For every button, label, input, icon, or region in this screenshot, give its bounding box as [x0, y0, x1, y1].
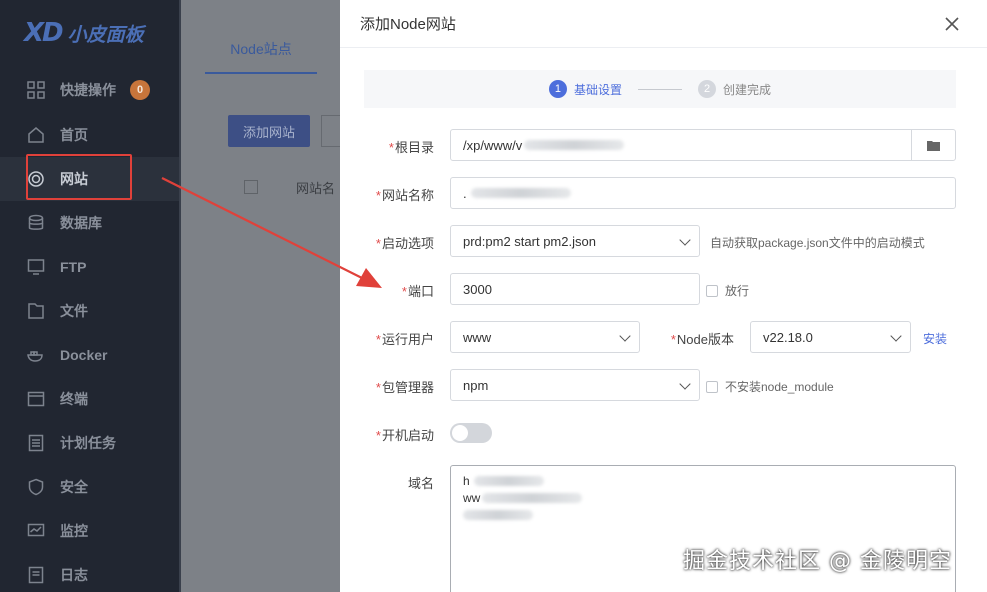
calendar-icon — [26, 433, 46, 453]
add-site-button[interactable]: 添加网站 — [228, 115, 310, 147]
grid-icon — [26, 80, 46, 100]
sidebar-item-ftp[interactable]: FTP — [0, 245, 179, 289]
domain-line — [463, 506, 943, 523]
tab-node-sites[interactable]: Node站点 — [205, 26, 317, 74]
checkbox-box[interactable] — [706, 380, 718, 393]
close-icon — [945, 17, 959, 31]
watermark-text: 掘金技术社区 @ 金陵明空 — [683, 549, 952, 574]
sidebar-item-home[interactable]: 首页 — [0, 113, 179, 157]
skip-node-modules-checkbox[interactable]: 不安装node_module — [706, 378, 834, 395]
sidebar-item-quick-actions[interactable]: 快捷操作 0 — [0, 68, 179, 112]
table-header: 网站名 — [228, 172, 340, 202]
node-version-label: *Node版本 — [670, 332, 734, 347]
chevron-down-icon — [890, 330, 902, 342]
step-indicator: 1 基础设置 2 创建完成 — [364, 70, 956, 108]
add-node-site-dialog: 添加Node网站 1 基础设置 2 创建完成 *根目录 /xp/www/v *网… — [340, 0, 987, 592]
log-icon — [26, 565, 46, 585]
root-dir-input[interactable]: /xp/www/v — [450, 129, 956, 161]
sidebar-item-logs[interactable]: 日志 — [0, 553, 179, 592]
sidebar-item-label: 文件 — [60, 303, 88, 319]
sidebar-item-cron[interactable]: 计划任务 — [0, 421, 179, 465]
toggle-knob — [452, 425, 468, 441]
chevron-down-icon — [679, 234, 691, 246]
step-label: 创建完成 — [723, 82, 772, 97]
start-option-label: *启动选项 — [375, 236, 434, 251]
install-node-link[interactable]: 安装 — [923, 330, 947, 347]
site-name-input[interactable]: . — [450, 177, 956, 209]
ftp-icon — [26, 257, 46, 277]
database-icon — [26, 213, 46, 233]
logo-mark: XD — [24, 18, 64, 48]
terminal-icon — [26, 389, 46, 409]
logo: XD 小皮面板 — [24, 18, 144, 48]
step-complete: 2 创建完成 — [698, 80, 771, 98]
checkbox-label: 放行 — [725, 284, 750, 298]
start-option-select[interactable]: prd:pm2 start pm2.json — [450, 225, 700, 257]
package-manager-select[interactable]: npm — [450, 369, 700, 401]
autostart-label: *开机启动 — [375, 428, 434, 443]
sidebar: XD 小皮面板 快捷操作 0 首页 网站 数据库 FTP 文件 Docker 终… — [0, 0, 181, 592]
step-number: 2 — [698, 80, 716, 98]
highlight-box — [26, 154, 132, 200]
sidebar-item-label: 安全 — [60, 479, 88, 495]
sidebar-item-database[interactable]: 数据库 — [0, 201, 179, 245]
shield-icon — [26, 477, 46, 497]
column-header-site-name: 网站名 — [296, 180, 336, 196]
domain-label: 域名 — [407, 476, 434, 491]
secondary-button[interactable] — [321, 115, 341, 147]
sidebar-item-files[interactable]: 文件 — [0, 289, 179, 333]
step-basic-settings: 1 基础设置 — [548, 80, 622, 98]
autostart-toggle[interactable] — [450, 423, 492, 443]
folder-icon — [26, 301, 46, 321]
sidebar-item-terminal[interactable]: 终端 — [0, 377, 179, 421]
sidebar-item-docker[interactable]: Docker — [0, 333, 179, 377]
checkbox-label: 不安装node_module — [725, 380, 834, 394]
run-user-label: *运行用户 — [375, 332, 434, 347]
chevron-down-icon — [679, 378, 691, 390]
docker-icon — [26, 345, 46, 365]
step-label: 基础设置 — [573, 82, 622, 97]
sidebar-item-label: 数据库 — [60, 215, 102, 231]
start-option-hint: 自动获取package.json文件中的启动模式 — [710, 236, 925, 250]
home-icon — [26, 125, 46, 145]
node-version-select[interactable]: v22.18.0 — [750, 321, 911, 353]
domain-line: h — [463, 472, 943, 489]
sidebar-item-label: 监控 — [60, 523, 88, 539]
port-label: *端口 — [401, 284, 434, 299]
browse-folder-button[interactable] — [911, 130, 955, 160]
step-number: 1 — [548, 80, 567, 98]
sidebar-item-label: 快捷操作 — [60, 82, 116, 98]
sidebar-item-label: FTP — [60, 259, 87, 275]
sidebar-item-label: 终端 — [60, 391, 88, 407]
chevron-down-icon — [619, 330, 631, 342]
run-user-select[interactable]: www — [450, 321, 640, 353]
close-button[interactable] — [940, 12, 964, 36]
sidebar-item-label: Docker — [60, 347, 108, 363]
site-name-label: *网站名称 — [375, 188, 434, 203]
folder-icon — [927, 140, 940, 151]
monitor-icon — [26, 521, 46, 541]
root-dir-label: *根目录 — [388, 140, 434, 155]
checkbox-box[interactable] — [706, 284, 718, 297]
sidebar-item-security[interactable]: 安全 — [0, 465, 179, 509]
count-badge: 0 — [130, 80, 150, 100]
dialog-title: 添加Node网站 — [360, 16, 456, 33]
package-manager-label: *包管理器 — [375, 380, 434, 395]
select-all-checkbox[interactable] — [244, 180, 258, 194]
domain-line: ww — [463, 489, 943, 506]
sidebar-item-monitor[interactable]: 监控 — [0, 509, 179, 553]
logo-text: 小皮面板 — [67, 23, 144, 46]
sidebar-item-label: 日志 — [60, 567, 88, 583]
open-port-checkbox[interactable]: 放行 — [706, 282, 749, 299]
step-connector — [638, 88, 682, 90]
dialog-header: 添加Node网站 — [340, 0, 987, 48]
sidebar-item-label: 首页 — [60, 127, 88, 143]
port-input[interactable]: 3000 — [450, 273, 700, 305]
sidebar-item-label: 计划任务 — [60, 435, 116, 451]
